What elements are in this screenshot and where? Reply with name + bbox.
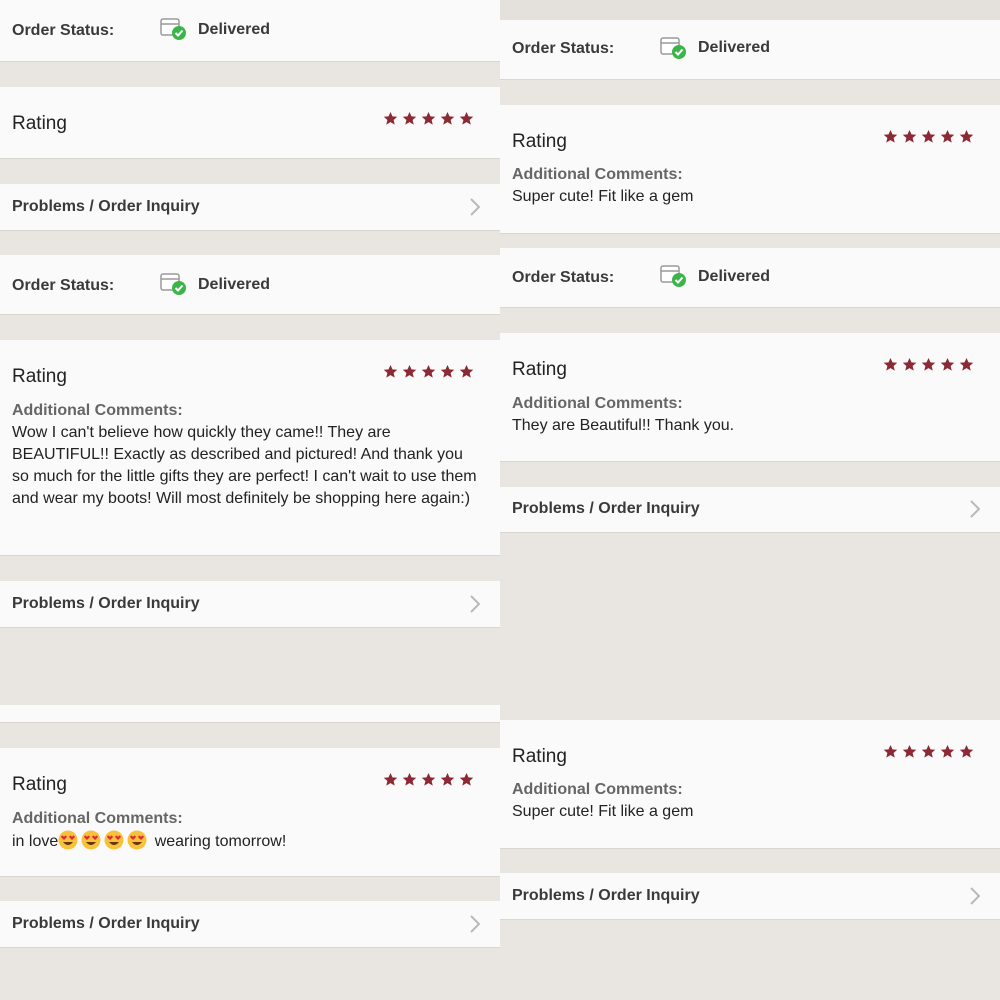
- panel-strip: [0, 705, 500, 723]
- chevron-right-icon: [970, 500, 981, 518]
- order-status-label: Order Status:: [12, 22, 115, 39]
- order-status-row: Order Status: Delivered: [500, 20, 1000, 80]
- problems-order-inquiry-row[interactable]: Problems / Order Inquiry: [500, 873, 1000, 920]
- order-status-label: Order Status:: [512, 269, 615, 286]
- delivered-box-check-icon: [160, 271, 188, 295]
- rating-title: Rating: [512, 131, 567, 152]
- star-icon: [883, 744, 898, 759]
- chevron-right-icon: [970, 887, 981, 905]
- problems-label: Problems / Order Inquiry: [512, 887, 700, 904]
- additional-comments-text: in love wearing tomorrow!: [12, 830, 482, 853]
- star-rating: [883, 744, 974, 759]
- star-icon: [440, 772, 455, 787]
- right-screenshot: Order Status: Delivered Rating Additiona…: [500, 0, 1000, 1000]
- additional-comments-label: Additional Comments:: [512, 781, 683, 798]
- additional-comments-text: They are Beautiful!! Thank you.: [512, 417, 735, 434]
- star-icon: [459, 364, 474, 379]
- star-icon: [921, 357, 936, 372]
- chevron-right-icon: [470, 595, 481, 613]
- additional-comments-label: Additional Comments:: [512, 166, 683, 183]
- order-status-row: Order Status: Delivered: [500, 248, 1000, 308]
- rating-panel: Rating Additional Comments: Super cute! …: [500, 720, 1000, 849]
- additional-comments-label: Additional Comments:: [12, 402, 183, 419]
- order-status-label: Order Status:: [512, 40, 615, 57]
- order-status-value: Delivered: [698, 268, 771, 285]
- problems-label: Problems / Order Inquiry: [12, 915, 200, 932]
- rating-title: Rating: [12, 366, 67, 387]
- chevron-right-icon: [470, 915, 481, 933]
- star-rating: [383, 111, 474, 126]
- panel-strip: [500, 0, 1000, 20]
- problems-label: Problems / Order Inquiry: [512, 500, 700, 517]
- chevron-right-icon: [470, 198, 481, 216]
- star-rating: [383, 364, 474, 379]
- additional-comments-text: Super cute! Fit like a gem: [512, 803, 694, 820]
- star-icon: [383, 772, 398, 787]
- star-icon: [940, 129, 955, 144]
- order-status-value: Delivered: [198, 21, 271, 38]
- left-screenshot: Order Status: Delivered Rating Problems …: [0, 0, 500, 1000]
- star-icon: [402, 772, 417, 787]
- star-icon: [402, 111, 417, 126]
- problems-label: Problems / Order Inquiry: [12, 198, 200, 215]
- problems-label: Problems / Order Inquiry: [12, 595, 200, 612]
- star-icon: [921, 744, 936, 759]
- delivered-box-check-icon: [160, 16, 188, 40]
- problems-order-inquiry-row[interactable]: Problems / Order Inquiry: [0, 184, 500, 231]
- star-icon: [440, 111, 455, 126]
- rating-panel: Rating Additional Comments: They are Bea…: [500, 333, 1000, 462]
- star-icon: [421, 111, 436, 126]
- rating-title: Rating: [512, 746, 567, 767]
- problems-order-inquiry-row[interactable]: Problems / Order Inquiry: [500, 487, 1000, 533]
- star-icon: [883, 357, 898, 372]
- star-icon: [959, 357, 974, 372]
- star-icon: [959, 744, 974, 759]
- delivered-box-check-icon: [660, 35, 688, 59]
- star-icon: [902, 744, 917, 759]
- star-icon: [959, 129, 974, 144]
- star-icon: [421, 364, 436, 379]
- rating-panel: Rating Additional Comments: Super cute! …: [500, 105, 1000, 234]
- rating-panel: Rating Additional Comments: Wow I can't …: [0, 340, 500, 556]
- comment-text-end: wearing tomorrow!: [150, 833, 287, 850]
- star-rating: [383, 772, 474, 787]
- order-status-value: Delivered: [698, 39, 771, 56]
- star-icon: [440, 364, 455, 379]
- heart-eyes-emoji-icon: [104, 830, 124, 850]
- comment-text-start: in love: [12, 833, 59, 850]
- heart-eyes-emoji-icon: [81, 830, 101, 850]
- star-icon: [940, 744, 955, 759]
- order-status-label: Order Status:: [12, 277, 115, 294]
- star-icon: [402, 364, 417, 379]
- star-icon: [421, 772, 436, 787]
- star-icon: [902, 357, 917, 372]
- problems-order-inquiry-row[interactable]: Problems / Order Inquiry: [0, 581, 500, 628]
- additional-comments-label: Additional Comments:: [512, 395, 683, 412]
- star-icon: [883, 129, 898, 144]
- star-icon: [459, 111, 474, 126]
- star-icon: [921, 129, 936, 144]
- rating-panel: Rating Additional Comments: in love wear…: [0, 748, 500, 877]
- rating-panel: Rating: [0, 87, 500, 159]
- heart-eyes-emoji-icon: [127, 830, 147, 850]
- star-icon: [383, 111, 398, 126]
- star-icon: [940, 357, 955, 372]
- additional-comments-text: Super cute! Fit like a gem: [512, 188, 694, 205]
- order-status-value: Delivered: [198, 276, 271, 293]
- rating-title: Rating: [512, 359, 567, 380]
- star-icon: [902, 129, 917, 144]
- delivered-box-check-icon: [660, 263, 688, 287]
- order-status-row: Order Status: Delivered: [0, 0, 500, 62]
- problems-order-inquiry-row[interactable]: Problems / Order Inquiry: [0, 901, 500, 948]
- star-icon: [383, 364, 398, 379]
- rating-title: Rating: [12, 113, 67, 134]
- heart-eyes-emoji-icon: [58, 830, 78, 850]
- additional-comments-label: Additional Comments:: [12, 810, 183, 827]
- rating-title: Rating: [12, 774, 67, 795]
- star-rating: [883, 129, 974, 144]
- order-status-row: Order Status: Delivered: [0, 255, 500, 315]
- star-rating: [883, 357, 974, 372]
- star-icon: [459, 772, 474, 787]
- additional-comments-text: Wow I can't believe how quickly they cam…: [12, 424, 477, 507]
